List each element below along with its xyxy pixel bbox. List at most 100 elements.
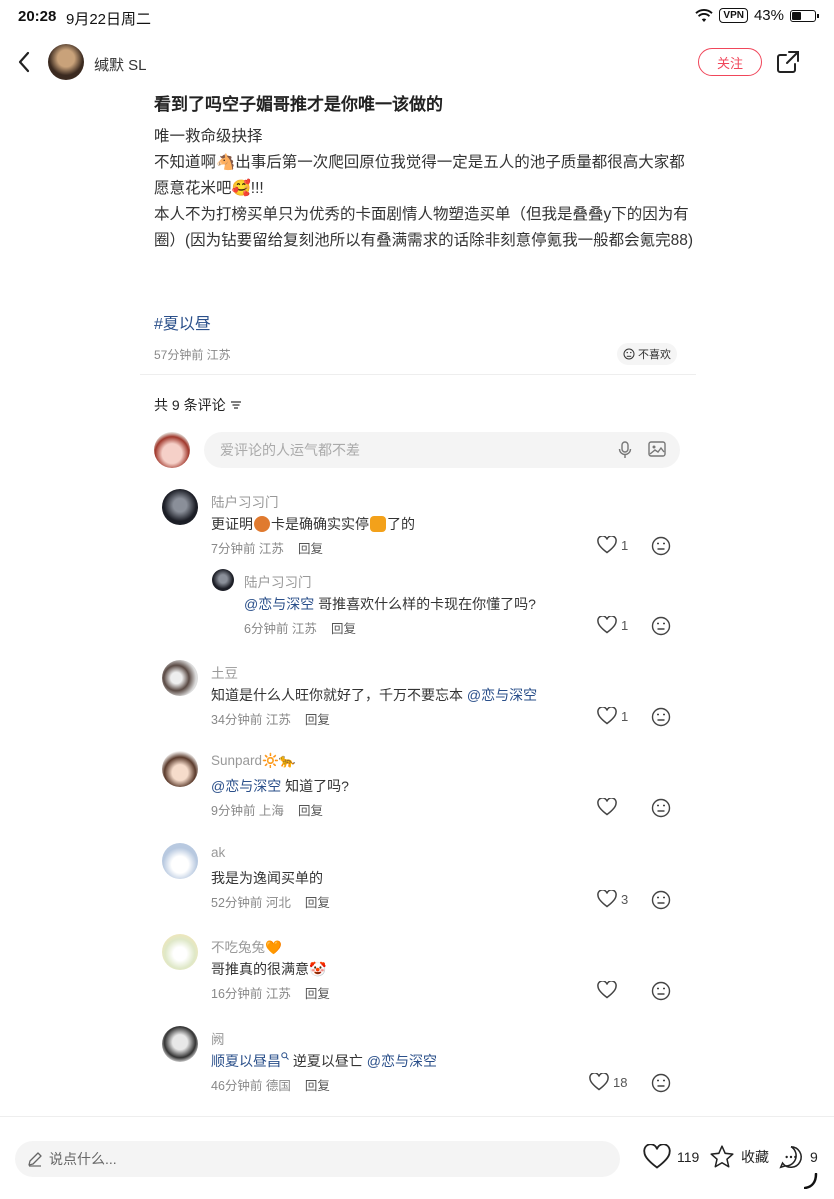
reply-text: @恋与深空 哥推喜欢什么样的卡现在你懂了吗? [244,594,536,614]
reply-button[interactable]: 回复 [298,804,323,818]
input-icons [618,441,666,459]
comment-like-button[interactable]: 1 [597,707,628,725]
comment-username[interactable]: 不吃兔兔🧡 [211,936,282,956]
reply-button[interactable]: 回复 [331,622,356,636]
post-meta: 57分钟前 江苏 [154,348,231,362]
collect-button[interactable]: 收藏 [709,1144,769,1170]
comment-like-button[interactable] [597,798,621,816]
comment-item: 陆户习习门 更证明 卡是确确实实停 了的 7分钟前 江苏 回复 1 [162,489,682,559]
status-bar: 20:28 9月22日周二 VPN 43% [0,0,834,34]
follow-button[interactable]: 关注 [698,48,762,76]
comment-username[interactable]: 土豆 [211,662,238,682]
post-title: 看到了吗空子媚哥推才是你唯一该做的 [154,95,443,114]
comment-avatar[interactable] [162,751,198,787]
heart-icon [589,1073,609,1091]
mention-link[interactable]: @恋与深空 [467,687,537,703]
comment-username[interactable]: 阙 [211,1028,225,1048]
comment-item: 土豆 知道是什么人旺你就好了，千万不要忘本 @恋与深空 34分钟前 江苏 回复 1 [162,660,682,730]
mention-link[interactable]: @恋与深空 [211,778,281,794]
corner-indicator-icon [804,1173,818,1189]
comment-text-part: 逆夏以昼亡 [289,1053,367,1069]
comment-item: Sunpard🔆🐆 @恋与深空 知道了吗? 9分钟前 上海 回复 [162,751,682,821]
author-name[interactable]: 缄默 SL [94,54,147,75]
author-avatar[interactable] [48,44,84,80]
comment-like-count: 1 [621,537,629,553]
my-avatar [154,432,190,468]
back-icon[interactable] [14,50,36,74]
comment-input[interactable]: 爱评论的人运气都不差 [204,432,680,468]
comment-meta: 46分钟前 德国 回复 [211,1075,330,1094]
dislike-face-icon[interactable] [651,616,671,636]
comment-text-part: 更证明 [211,516,253,532]
reply-button[interactable]: 回复 [305,896,330,910]
comment-meta: 7分钟前 江苏 回复 [211,538,323,557]
say-something-placeholder: 说点什么... [49,1151,117,1167]
comment-like-button[interactable]: 3 [597,890,628,908]
comment-meta: 9分钟前 上海 回复 [211,800,323,819]
dislike-button[interactable]: 不喜欢 [617,343,677,365]
reply-button[interactable]: 回复 [305,713,330,727]
like-button[interactable]: 119 [643,1144,699,1170]
reply-button[interactable]: 回复 [305,987,330,1001]
comment-time-location: 34分钟前 江苏 [211,713,291,727]
post-line: 本人不为打榜买单只为优秀的卡面剧情人物塑造买单（但我是叠叠y下的因为有圈）(因为… [154,206,694,249]
comment-avatar[interactable] [162,660,198,696]
dislike-face-icon[interactable] [651,981,671,1001]
say-something-input[interactable]: 说点什么... [15,1141,620,1177]
dislike-face-icon[interactable] [651,707,671,727]
reply-username[interactable]: 陆户习习门 [244,571,312,591]
comment-username[interactable]: 陆户习习门 [211,491,279,511]
comment-like-button[interactable] [597,981,621,999]
image-icon[interactable] [648,441,666,457]
status-right: VPN 43% [695,7,819,24]
heart-icon [597,536,617,554]
sticker-emoji-icon [370,516,386,532]
mention-link[interactable]: @恋与深空 [367,1053,437,1069]
battery-fill [792,11,801,20]
mention-link[interactable]: @恋与深空 [244,596,314,612]
comment-meta: 34分钟前 江苏 回复 [211,709,330,728]
comment-username[interactable]: ak [211,845,225,860]
comment-item: 阙 顺夏以昼昌 逆夏以昼亡 @恋与深空 46分钟前 德国 回复 18 [162,1026,682,1096]
reply-button[interactable]: 回复 [298,542,323,556]
comment-time-location: 7分钟前 江苏 [211,542,284,556]
dislike-face-icon[interactable] [651,890,671,910]
reply-avatar[interactable] [212,569,234,591]
comments-count[interactable]: 共 9 条评论 [154,395,242,415]
status-date: 9月22日周二 [66,11,152,28]
reply-like-button[interactable]: 1 [597,616,628,634]
comment-avatar[interactable] [162,489,198,525]
collect-label: 收藏 [741,1149,769,1165]
comment-text: @恋与深空 知道了吗? [211,776,349,796]
comment-avatar[interactable] [162,1026,198,1062]
comment-button[interactable]: 9 [778,1144,818,1170]
comment-text: 顺夏以昼昌 逆夏以昼亡 @恋与深空 [211,1051,437,1071]
comment-like-button[interactable]: 18 [589,1073,627,1091]
comment-username[interactable]: Sunpard🔆🐆 [211,753,296,769]
reply-button[interactable]: 回复 [305,1079,330,1093]
dislike-face-icon[interactable] [651,798,671,818]
comment-like-button[interactable]: 1 [597,536,628,554]
reply-time-location: 6分钟前 江苏 [244,622,317,636]
post-hashtag[interactable]: #夏以昼 [154,310,211,334]
basketball-emoji-icon [254,516,270,532]
comment-time-location: 52分钟前 河北 [211,896,291,910]
comment-text-part: 卡是确确实实停 [271,516,369,532]
post-line: 唯一救命级抉择 [154,128,263,145]
pencil-icon [28,1152,42,1167]
dislike-face-icon[interactable] [651,536,671,556]
comment-time-location: 9分钟前 上海 [211,804,284,818]
comment-avatar[interactable] [162,843,198,879]
reply-item: 陆户习习门 @恋与深空 哥推喜欢什么样的卡现在你懂了吗? 6分钟前 江苏 回复 1 [212,569,682,639]
comment-text: 哥推真的很满意🤡 [211,961,327,977]
comment-avatar[interactable] [162,934,198,970]
share-icon[interactable] [776,50,800,74]
status-time: 20:28 [18,8,57,25]
search-link[interactable]: 顺夏以昼昌 [211,1053,281,1069]
sort-icon[interactable] [230,400,242,410]
comments-count-label: 共 9 条评论 [154,397,226,413]
battery-percent: 43% [753,7,784,24]
dislike-face-icon[interactable] [651,1073,671,1093]
microphone-icon[interactable] [618,441,632,459]
comment-like-count: 1 [621,708,629,724]
